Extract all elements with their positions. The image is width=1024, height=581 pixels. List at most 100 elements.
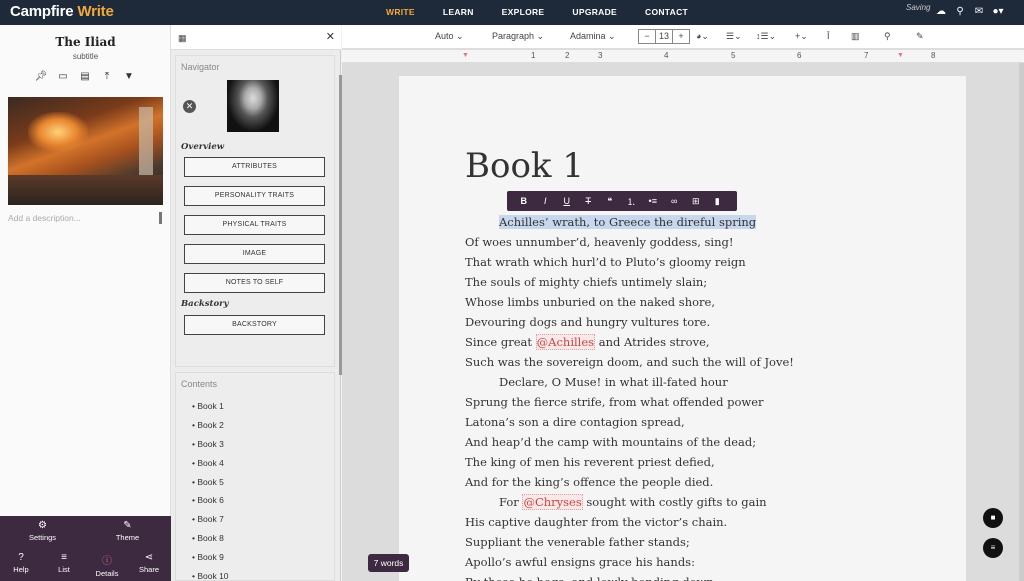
- chat-button[interactable]: ■: [983, 508, 1003, 528]
- chart-icon[interactable]: ▥: [851, 31, 860, 42]
- text-line[interactable]: Declare, O Muse! in what ill-fated hour: [499, 375, 728, 389]
- font-select[interactable]: Adamina ⌄: [570, 31, 616, 42]
- book-icon[interactable]: ▤: [78, 71, 92, 82]
- contents-item[interactable]: • Book 6: [192, 495, 224, 505]
- details-button[interactable]: ⓘ Details: [90, 552, 124, 578]
- contents-item[interactable]: • Book 1: [192, 401, 224, 411]
- physical-traits-button[interactable]: PHYSICAL TRAITS: [184, 215, 325, 235]
- quote-icon[interactable]: ❝: [599, 196, 621, 207]
- text-line[interactable]: Apollo’s awful ensigns grace his hands:: [465, 555, 695, 569]
- selected-text[interactable]: Achilles’ wrath, to Greece the direful s…: [499, 215, 757, 229]
- ordered-list-icon[interactable]: ⒈: [621, 195, 643, 208]
- notes-to-self-button[interactable]: NOTES TO SELF: [184, 273, 325, 293]
- text-line[interactable]: Achilles’ wrath, to Greece the direful s…: [499, 215, 757, 229]
- feedback-button[interactable]: ≡: [983, 538, 1003, 558]
- remove-icon[interactable]: ✕: [183, 100, 196, 113]
- mail-icon[interactable]: ✉: [972, 6, 986, 17]
- brand-logo[interactable]: Campfire Write: [10, 3, 114, 20]
- theme-button[interactable]: ✎ Theme: [110, 520, 145, 542]
- style-select[interactable]: Paragraph ⌄: [492, 31, 544, 42]
- contents-item[interactable]: • Book 2: [192, 420, 224, 430]
- close-icon[interactable]: ✕: [326, 30, 335, 43]
- grid-icon[interactable]: ▦: [178, 33, 187, 44]
- text-line[interactable]: The souls of mighty chiefs untimely slai…: [465, 275, 707, 289]
- size-value[interactable]: 13: [656, 30, 673, 43]
- text-line[interactable]: Sprung the fierce strife, from what offe…: [465, 395, 764, 409]
- bold-icon[interactable]: B: [513, 196, 535, 206]
- text-line[interactable]: Suppliant the venerable father stands;: [465, 535, 690, 549]
- contents-item[interactable]: • Book 3: [192, 439, 224, 449]
- contents-item[interactable]: • Book 5: [192, 477, 224, 487]
- text-line[interactable]: That wrath which hurl’d to Pluto’s gloom…: [465, 255, 746, 269]
- cloud-icon[interactable]: ☁: [934, 6, 948, 17]
- contents-item-label: Book 9: [197, 552, 224, 562]
- italic-icon[interactable]: I: [535, 196, 557, 206]
- line-spacing-icon[interactable]: ↕☰⌄: [756, 31, 776, 42]
- chapter-title[interactable]: Book 1: [465, 146, 584, 186]
- link-icon[interactable]: ∞: [664, 196, 686, 206]
- folder-icon[interactable]: ▭: [56, 71, 70, 82]
- text-height-icon[interactable]: Ī: [827, 31, 830, 41]
- text-line[interactable]: The king of men his reverent priest defi…: [465, 455, 715, 469]
- contents-item[interactable]: • Book 4: [192, 458, 224, 468]
- text-line[interactable]: Since great @Achilles and Atrides strove…: [465, 334, 710, 350]
- text-line[interactable]: His captive daughter from the victor’s c…: [465, 515, 727, 529]
- pen-icon[interactable]: ✎: [916, 31, 924, 42]
- add-comment-icon[interactable]: ⊞: [685, 196, 707, 207]
- nav-learn[interactable]: LEARN: [429, 0, 488, 25]
- nav-upgrade[interactable]: UPGRADE: [558, 0, 631, 25]
- character-mention[interactable]: @Chryses: [522, 494, 583, 510]
- strikethrough-icon[interactable]: T: [578, 196, 600, 206]
- personality-traits-button[interactable]: PERSONALITY TRAITS: [184, 186, 325, 206]
- settings-button[interactable]: ⚙ Settings: [25, 520, 60, 542]
- description-scrollbar[interactable]: [159, 212, 162, 224]
- nav-write[interactable]: WRITE: [372, 0, 429, 25]
- size-plus-button[interactable]: +: [673, 30, 689, 43]
- book-subtitle[interactable]: subtitle: [0, 52, 171, 61]
- document-page[interactable]: Book 1 B I U T ❝ ⒈ •≡ ∞ ⊞ ▮ Achilles’ wr…: [399, 76, 966, 581]
- filter-icon[interactable]: ▼: [122, 71, 136, 82]
- text-line[interactable]: Of woes unnumber’d, heavenly goddess, si…: [465, 235, 734, 249]
- list-button[interactable]: ≡ List: [48, 552, 80, 574]
- image-button[interactable]: IMAGE: [184, 244, 325, 264]
- backstory-button[interactable]: BACKSTORY: [184, 315, 325, 335]
- zoom-select[interactable]: Auto ⌄: [435, 31, 464, 42]
- help-button[interactable]: ? Help: [5, 552, 37, 574]
- align-icon[interactable]: ☰⌄: [726, 31, 742, 42]
- underline-icon[interactable]: U: [556, 196, 578, 206]
- search-icon[interactable]: ⚲: [953, 6, 967, 17]
- user-icon[interactable]: ●▾: [991, 6, 1005, 17]
- text-line[interactable]: And for the king’s offence the people di…: [465, 475, 713, 489]
- contents-item[interactable]: • Book 7: [192, 514, 224, 524]
- nav-explore[interactable]: EXPLORE: [488, 0, 559, 25]
- editor-scrollbar[interactable]: [1019, 63, 1024, 581]
- note-icon[interactable]: ▮: [707, 196, 729, 207]
- color-icon[interactable]: ◕⌄: [696, 31, 709, 42]
- pin-icon[interactable]: 📌︎: [34, 71, 48, 82]
- right-indent-marker[interactable]: ▼: [897, 52, 904, 59]
- text-line[interactable]: Such was the sovereign doom, and such th…: [465, 355, 794, 369]
- attributes-button[interactable]: ATTRIBUTES: [184, 157, 325, 177]
- book-title[interactable]: The Iliad: [0, 35, 171, 49]
- text-line[interactable]: By these he begs; and lowly bending down…: [465, 575, 717, 581]
- share-button[interactable]: ⋖ Share: [133, 552, 165, 574]
- nav-contact[interactable]: CONTACT: [631, 0, 702, 25]
- size-minus-button[interactable]: −: [639, 30, 656, 43]
- text-line[interactable]: Latona’s son a dire contagion spread,: [465, 415, 685, 429]
- bullet-list-icon[interactable]: •≡: [642, 196, 664, 206]
- text-line[interactable]: Whose limbs unburied on the naked shore,: [465, 295, 715, 309]
- cover-image[interactable]: [8, 97, 163, 205]
- search-icon[interactable]: ⚲: [884, 31, 891, 42]
- left-indent-marker[interactable]: ▼: [462, 52, 469, 59]
- contents-item[interactable]: • Book 9: [192, 552, 224, 562]
- character-portrait[interactable]: [227, 80, 279, 132]
- text-line[interactable]: And heap’d the camp with mountains of th…: [465, 435, 756, 449]
- contents-item[interactable]: • Book 10: [192, 571, 229, 581]
- text-line[interactable]: Devouring dogs and hungry vultures tore.: [465, 315, 710, 329]
- insert-icon[interactable]: +⌄: [795, 31, 808, 42]
- contents-item[interactable]: • Book 8: [192, 533, 224, 543]
- character-mention[interactable]: @Achilles: [535, 334, 596, 350]
- upload-icon[interactable]: ⤒: [100, 71, 114, 82]
- text-line[interactable]: For @Chryses sought with costly gifts to…: [499, 494, 767, 510]
- description-field[interactable]: Add a description...: [8, 213, 81, 223]
